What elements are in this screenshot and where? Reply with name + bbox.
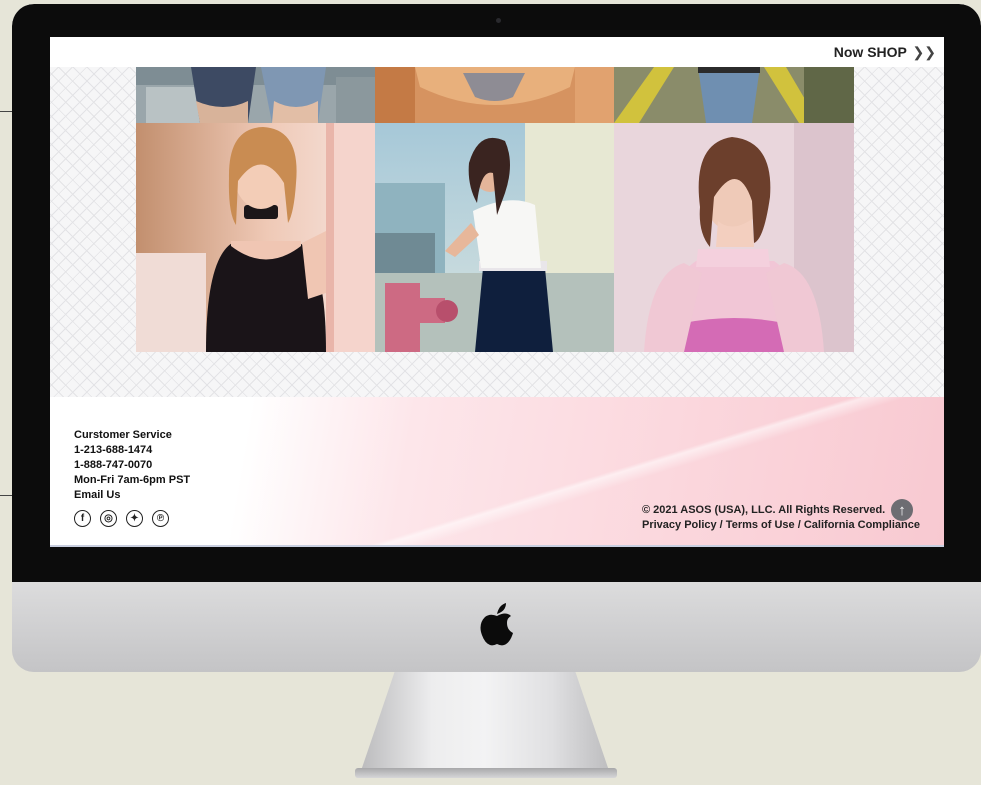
monitor-stand (359, 672, 611, 774)
social-links: f ◎ ✦ ℗ (74, 510, 169, 527)
apple-logo-icon (480, 603, 513, 646)
california-compliance-link[interactable]: California Compliance (804, 519, 920, 531)
legal-links: Privacy Policy / Terms of Use / Californ… (642, 518, 920, 533)
photo-portrait-rooftop[interactable] (375, 123, 614, 352)
photo-portrait-choker[interactable] (136, 123, 375, 352)
legal-block: © 2021 ASOS (USA), LLC. All Rights Reser… (642, 503, 920, 533)
photo-top-right[interactable] (614, 67, 854, 123)
twitter-icon[interactable]: ✦ (126, 510, 143, 527)
pinterest-icon[interactable]: ℗ (152, 510, 169, 527)
photo-top-center[interactable] (375, 67, 614, 123)
webcam (496, 18, 501, 23)
customer-service-block: Curstomer Service 1-213-688-1474 1-888-7… (74, 428, 190, 503)
terms-of-use-link[interactable]: Terms of Use (726, 519, 795, 531)
link-separator: / (719, 519, 723, 531)
instagram-icon[interactable]: ◎ (100, 510, 117, 527)
facebook-icon[interactable]: f (74, 510, 91, 527)
now-shop-link[interactable]: Now SHOP ❯❯ (834, 44, 936, 61)
email-us-link[interactable]: Email Us (74, 488, 190, 503)
service-hours: Mon-Fri 7am-6pm PST (74, 474, 191, 486)
website-screen: Now SHOP ❯❯ Curstomer Service 1-213-688-… (50, 37, 944, 547)
photo-portrait-pink[interactable] (614, 123, 854, 352)
phone-number-1[interactable]: 1-213-688-1474 (74, 443, 190, 458)
phone-number-2[interactable]: 1-888-747-0070 (74, 458, 190, 473)
monitor-stand-base (355, 768, 617, 778)
copyright-text: © 2021 ASOS (USA), LLC. All Rights Reser… (642, 504, 886, 516)
top-bar: Now SHOP ❯❯ (50, 37, 944, 67)
footer-bottom-edge (50, 545, 944, 547)
monitor-chin (12, 582, 981, 672)
photo-gallery (50, 67, 944, 397)
link-separator: / (797, 519, 801, 531)
photo-top-left[interactable] (136, 67, 375, 123)
privacy-policy-link[interactable]: Privacy Policy (642, 519, 717, 531)
double-chevron-right-icon: ❯❯ (912, 44, 936, 60)
now-shop-label: Now SHOP (833, 44, 907, 60)
customer-service-title: Curstomer Service (74, 429, 172, 441)
imac-monitor: Now SHOP ❯❯ Curstomer Service 1-213-688-… (12, 4, 981, 672)
site-footer: Curstomer Service 1-213-688-1474 1-888-7… (50, 397, 944, 547)
monitor-bezel: Now SHOP ❯❯ Curstomer Service 1-213-688-… (12, 4, 981, 582)
